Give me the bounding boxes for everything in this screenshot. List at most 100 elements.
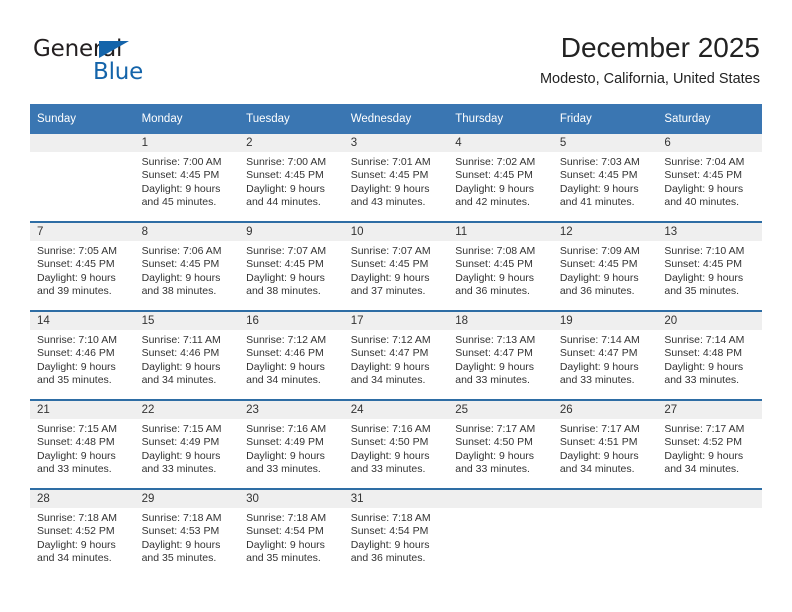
calendar-day-cell[interactable]: 30 Sunrise: 7:18 AM Sunset: 4:54 PM Dayligh… [239, 488, 344, 577]
calendar-day-cell[interactable]: 12 Sunrise: 7:09 AM Sunset: 4:45 PM Dayligh… [552, 221, 658, 311]
calendar-day-cell[interactable]: 23 Sunrise: 7:16 AM Sunset: 4:49 PM Dayligh… [239, 399, 344, 489]
sunrise-text: Sunrise: 7:17 AM [559, 423, 640, 435]
sunset-text: Sunset: 4:54 PM [350, 525, 429, 538]
calendar-day-cell[interactable]: 6 Sunrise: 7:04 AM Sunset: 4:45 PM Daylight… [657, 134, 762, 222]
sunset-text: Sunset: 4:53 PM [141, 525, 220, 538]
day-number: 26 [552, 401, 658, 419]
general-blue-logo[interactable]: General Blue [33, 36, 263, 88]
daylight-text-cont: and 35 minutes. [664, 285, 740, 298]
day-detail-lines: Sunrise: 7:13 AM Sunset: 4:47 PM Daylight:… [448, 330, 553, 388]
calendar-day-cell[interactable]: 8 Sunrise: 7:06 AM Sunset: 4:45 PM Daylight… [134, 221, 240, 311]
daylight-text: Daylight: 9 hours [350, 182, 430, 195]
day-detail-lines [657, 508, 762, 512]
sunset-text: Sunset: 4:46 PM [37, 347, 115, 360]
calendar-day-cell[interactable]: 10 Sunrise: 7:07 AM Sunset: 4:45 PM Dayligh… [343, 221, 449, 311]
weekday-header-thursday: Thursday [448, 104, 553, 134]
daylight-text: Daylight: 9 hours [455, 182, 535, 195]
daylight-text: Daylight: 9 hours [559, 182, 639, 195]
sunset-text: Sunset: 4:45 PM [455, 258, 533, 271]
day-number: 31 [343, 490, 449, 508]
calendar-day-cell[interactable]: 19 Sunrise: 7:14 AM Sunset: 4:47 PM Dayligh… [552, 310, 658, 400]
sunset-text: Sunset: 4:45 PM [246, 258, 324, 271]
calendar-day-cell[interactable]: 25 Sunrise: 7:17 AM Sunset: 4:50 PM Dayligh… [448, 399, 553, 489]
sunrise-text: Sunrise: 7:13 AM [455, 334, 536, 346]
calendar-day-cell[interactable]: 26 Sunrise: 7:17 AM Sunset: 4:51 PM Dayligh… [552, 399, 658, 489]
sunset-text: Sunset: 4:45 PM [350, 169, 429, 182]
sunset-text: Sunset: 4:45 PM [559, 258, 638, 271]
daylight-text-cont: and 36 minutes. [559, 285, 635, 298]
day-number: 21 [30, 401, 135, 419]
page-title: December 2025 [560, 32, 760, 63]
daylight-text-cont: and 45 minutes. [141, 196, 217, 209]
day-detail-lines: Sunrise: 7:16 AM Sunset: 4:50 PM Daylight:… [344, 419, 449, 477]
day-detail-lines: Sunrise: 7:02 AM Sunset: 4:45 PM Daylight:… [448, 152, 553, 210]
day-detail-lines: Sunrise: 7:12 AM Sunset: 4:47 PM Daylight:… [344, 330, 449, 388]
daylight-text-cont: and 33 minutes. [664, 374, 740, 387]
sunset-text: Sunset: 4:48 PM [37, 436, 115, 449]
day-detail-lines: Sunrise: 7:14 AM Sunset: 4:47 PM Daylight:… [553, 330, 658, 388]
sunrise-text: Sunrise: 7:07 AM [350, 245, 431, 257]
sunset-text: Sunset: 4:46 PM [246, 347, 324, 360]
daylight-text-cont: and 38 minutes. [141, 285, 217, 298]
sunset-text: Sunset: 4:45 PM [559, 169, 638, 182]
calendar-day-cell[interactable]: 17 Sunrise: 7:12 AM Sunset: 4:47 PM Dayligh… [343, 310, 449, 400]
day-number: 27 [657, 401, 762, 419]
sunrise-text: Sunrise: 7:10 AM [37, 334, 117, 346]
calendar-day-cell[interactable]: 9 Sunrise: 7:07 AM Sunset: 4:45 PM Daylight… [239, 221, 344, 311]
calendar-day-cell[interactable]: 13 Sunrise: 7:10 AM Sunset: 4:45 PM Dayligh… [657, 221, 762, 311]
calendar-page: General Blue December 2025 Modesto, Cali… [0, 0, 792, 612]
calendar-day-cell[interactable]: 29 Sunrise: 7:18 AM Sunset: 4:53 PM Dayligh… [134, 488, 240, 577]
calendar-day-cell[interactable]: 1 Sunrise: 7:00 AM Sunset: 4:45 PM Daylight… [134, 134, 240, 222]
sunrise-text: Sunrise: 7:07 AM [246, 245, 327, 257]
day-number: 11 [448, 223, 553, 241]
calendar-day-cell[interactable]: 2 Sunrise: 7:00 AM Sunset: 4:45 PM Daylight… [239, 134, 344, 222]
calendar-day-cell[interactable]: 4 Sunrise: 7:02 AM Sunset: 4:45 PM Daylight… [448, 134, 553, 222]
sunset-text: Sunset: 4:45 PM [455, 169, 533, 182]
day-cell-inner: 8 Sunrise: 7:06 AM Sunset: 4:45 PM Daylight… [134, 223, 240, 310]
calendar-week-row: 28 Sunrise: 7:18 AM Sunset: 4:52 PM Dayligh… [30, 488, 762, 577]
day-cell-inner: 3 Sunrise: 7:01 AM Sunset: 4:45 PM Daylight… [343, 134, 449, 221]
calendar-day-cell[interactable]: 11 Sunrise: 7:08 AM Sunset: 4:45 PM Dayligh… [448, 221, 553, 311]
calendar-day-cell[interactable]: 24 Sunrise: 7:16 AM Sunset: 4:50 PM Dayligh… [343, 399, 449, 489]
calendar-day-cell[interactable]: 22 Sunrise: 7:15 AM Sunset: 4:49 PM Dayligh… [134, 399, 240, 489]
calendar-day-cell[interactable]: 27 Sunrise: 7:17 AM Sunset: 4:52 PM Dayligh… [657, 399, 762, 489]
calendar-day-cell[interactable]: 14 Sunrise: 7:10 AM Sunset: 4:46 PM Dayligh… [30, 310, 135, 400]
calendar-day-cell[interactable]: 28 Sunrise: 7:18 AM Sunset: 4:52 PM Dayligh… [30, 488, 135, 577]
daylight-text: Daylight: 9 hours [141, 538, 221, 551]
calendar-day-cell[interactable]: 31 Sunrise: 7:18 AM Sunset: 4:54 PM Dayligh… [343, 488, 449, 577]
calendar-table: Sunday Monday Tuesday Wednesday Thursday Frid… [30, 104, 762, 577]
day-cell-inner: 19 Sunrise: 7:14 AM Sunset: 4:47 PM Dayligh… [552, 312, 658, 399]
title-block: December 2025 Modesto, California, Unite… [540, 31, 760, 89]
calendar-day-cell[interactable]: 20 Sunrise: 7:14 AM Sunset: 4:48 PM Dayligh… [657, 310, 762, 400]
sunrise-text: Sunrise: 7:00 AM [141, 156, 222, 168]
daylight-text-cont: and 34 minutes. [37, 552, 112, 565]
calendar-day-cell[interactable]: 15 Sunrise: 7:11 AM Sunset: 4:46 PM Dayligh… [134, 310, 240, 400]
sunrise-text: Sunrise: 7:05 AM [37, 245, 117, 257]
daylight-text: Daylight: 9 hours [37, 538, 116, 551]
daylight-text-cont: and 33 minutes. [246, 463, 321, 476]
calendar-day-cell[interactable]: 21 Sunrise: 7:15 AM Sunset: 4:48 PM Dayligh… [30, 399, 135, 489]
daylight-text-cont: and 34 minutes. [664, 463, 740, 476]
calendar-week-row: 14 Sunrise: 7:10 AM Sunset: 4:46 PM Dayligh… [30, 310, 762, 400]
day-cell-inner: 14 Sunrise: 7:10 AM Sunset: 4:46 PM Dayligh… [30, 312, 135, 399]
day-detail-lines: Sunrise: 7:10 AM Sunset: 4:46 PM Daylight:… [30, 330, 135, 388]
sunrise-text: Sunrise: 7:11 AM [141, 334, 221, 346]
calendar-day-cell[interactable]: 7 Sunrise: 7:05 AM Sunset: 4:45 PM Daylight… [30, 221, 135, 311]
daylight-text-cont: and 36 minutes. [350, 552, 426, 565]
calendar-day-cell[interactable]: 16 Sunrise: 7:12 AM Sunset: 4:46 PM Dayligh… [239, 310, 344, 400]
day-cell-inner: 23 Sunrise: 7:16 AM Sunset: 4:49 PM Dayligh… [239, 401, 344, 488]
day-detail-lines: Sunrise: 7:12 AM Sunset: 4:46 PM Daylight:… [239, 330, 344, 388]
sunrise-text: Sunrise: 7:08 AM [455, 245, 536, 257]
calendar-day-cell[interactable]: 18 Sunrise: 7:13 AM Sunset: 4:47 PM Dayligh… [448, 310, 553, 400]
calendar-day-cell-empty [448, 488, 553, 577]
sunrise-text: Sunrise: 7:06 AM [141, 245, 222, 257]
day-cell-inner: 13 Sunrise: 7:10 AM Sunset: 4:45 PM Dayligh… [657, 223, 762, 310]
weekday-header-wednesday: Wednesday [343, 104, 449, 134]
daylight-text: Daylight: 9 hours [664, 182, 744, 195]
day-number: 6 [657, 134, 762, 152]
day-number: 24 [343, 401, 449, 419]
logo-word-blue: Blue [93, 59, 144, 85]
day-cell-inner [657, 490, 762, 577]
calendar-day-cell[interactable]: 5 Sunrise: 7:03 AM Sunset: 4:45 PM Daylight… [552, 134, 658, 222]
calendar-day-cell[interactable]: 3 Sunrise: 7:01 AM Sunset: 4:45 PM Daylight… [343, 134, 449, 222]
